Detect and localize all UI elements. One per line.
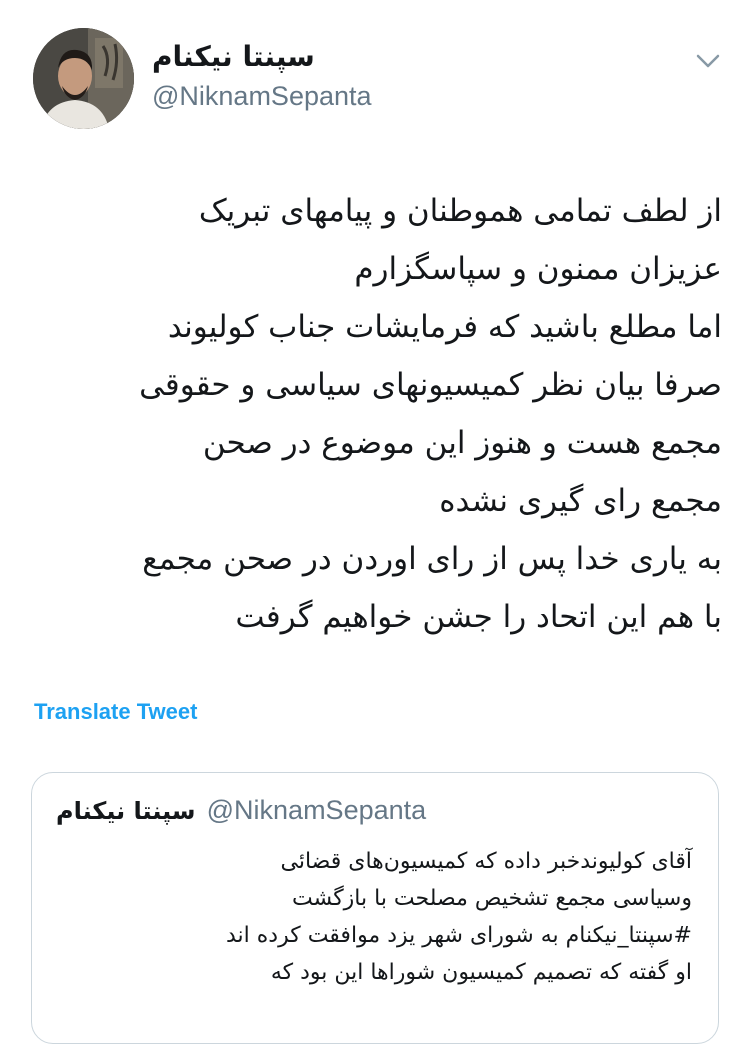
quoted-tweet-line: #سپنتا_نیکنام به شورای شهر یزد موافقت کر… xyxy=(226,923,692,948)
quoted-tweet-header: سپنتا نیکنام @NiknamSepanta xyxy=(56,795,696,831)
tweet-text-line: مجمع هست و هنوز این موضوع در صحن xyxy=(202,425,722,461)
avatar-photo xyxy=(33,28,134,129)
tweet-text: از لطف تمامی هموطنان و پیامهای تبریک عزی… xyxy=(30,182,722,646)
quoted-author-handle: @NiknamSepanta xyxy=(206,795,427,825)
tweet-text-line: به یاری خدا پس از رای اوردن در صحن مجمع xyxy=(142,541,722,577)
chevron-down-icon[interactable] xyxy=(694,50,722,72)
quoted-tweet-card[interactable]: سپنتا نیکنام @NiknamSepanta آقای کولیوند… xyxy=(31,772,719,1044)
translate-tweet-link[interactable]: Translate Tweet xyxy=(34,698,197,726)
author-handle[interactable]: @NiknamSepanta xyxy=(152,80,372,112)
quoted-tweet-line: او گفته که تصمیم کمیسیون شوراها این بود … xyxy=(270,960,692,985)
tweet-text-line: از لطف تمامی هموطنان و پیامهای تبریک xyxy=(198,193,722,229)
tweet-text-line: عزیزان ممنون و سپاسگزارم xyxy=(354,251,722,287)
avatar[interactable] xyxy=(33,28,134,129)
tweet-text-line: صرفا بیان نظر کمیسیونهای سیاسی و حقوقی xyxy=(139,367,722,403)
tweet-text-line: با هم این اتحاد را جشن خواهیم گرفت xyxy=(235,599,722,635)
quoted-author-display-name: سپنتا نیکنام xyxy=(56,797,196,825)
tweet-text-line: مجمع رای گیری نشده xyxy=(439,483,722,519)
quoted-tweet-line: وسیاسی مجمع تشخیص مصلحت با بازگشت xyxy=(291,886,692,911)
author-display-name[interactable]: سپنتا نیکنام xyxy=(152,40,452,74)
quoted-tweet-line: آقای کولیوندخبر داده که کمیسیون‌های قضائ… xyxy=(280,849,692,874)
tweet-text-line: اما مطلع باشید که فرمایشات جناب کولیوند xyxy=(167,309,722,345)
quoted-tweet-text: آقای کولیوندخبر داده که کمیسیون‌های قضائ… xyxy=(52,843,692,991)
